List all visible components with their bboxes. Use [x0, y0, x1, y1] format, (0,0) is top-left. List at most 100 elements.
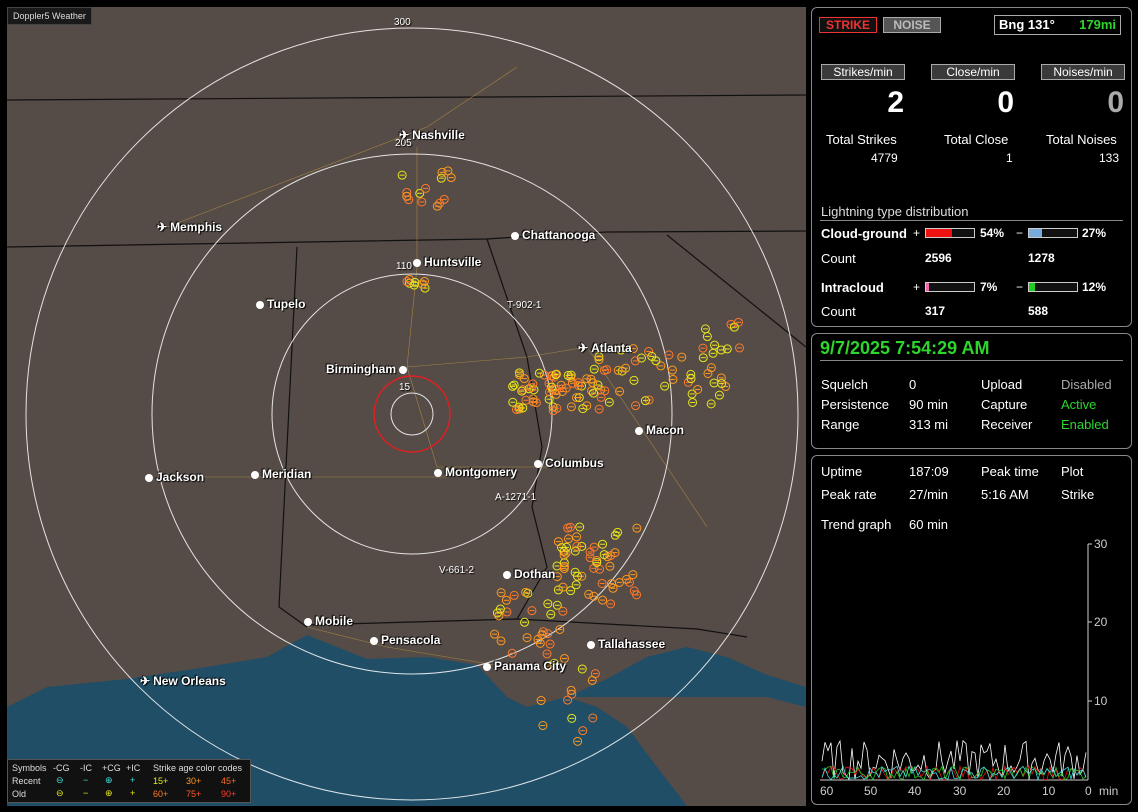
dot-icon [413, 259, 421, 267]
dot-icon [511, 232, 519, 240]
total-noises-label: Total Noises [1046, 132, 1117, 147]
city-montgomery: Montgomery [434, 465, 517, 479]
strike-marker [509, 590, 519, 600]
strike-marker [507, 648, 517, 658]
strike-marker [629, 375, 639, 385]
strike-marker [589, 591, 599, 601]
strike-marker [729, 322, 739, 332]
strike-marker [677, 352, 687, 362]
total-close-value: 1 [1006, 151, 1013, 165]
strike-marker [594, 404, 604, 414]
strike-marker [539, 370, 549, 380]
storm-label[interactable]: A-1271-1 [495, 492, 536, 503]
strike-marker [598, 595, 608, 605]
strike-marker [600, 386, 610, 396]
bearing-readout: Bng 131° 179mi [994, 15, 1121, 35]
storm-label[interactable]: V-661-2 [439, 565, 474, 576]
strike-marker [664, 350, 674, 360]
trend-graph-label: Trend graph [821, 517, 892, 532]
strike-marker [508, 381, 518, 391]
ring-label-15: 15 [399, 382, 411, 393]
city-birmingham: Birmingham [326, 362, 410, 376]
peak-time-value: 5:16 AM [981, 487, 1029, 502]
uptime-label: Uptime [821, 464, 863, 479]
noise-button[interactable]: NOISE [883, 17, 941, 33]
trend-graph-value[interactable]: 60 min [909, 517, 948, 532]
persistence-label: Persistence [821, 397, 889, 412]
capture-value: Active [1061, 397, 1097, 412]
strike-marker [698, 353, 708, 363]
uptime-value: 187:09 [909, 464, 949, 479]
strike-marker [575, 522, 585, 532]
strike-marker [496, 636, 506, 646]
cg-negative-count: 1278 [1028, 251, 1055, 265]
strike-marker [631, 401, 641, 411]
lightning-map[interactable]: Doppler5 Weather 300 205 110 15 ✈ Nashvil… [7, 7, 806, 806]
noises-per-min-value: 0 [1107, 86, 1124, 119]
age-code: 30+ [186, 776, 202, 786]
legend-header: -IC [80, 763, 92, 773]
total-strikes-value: 4779 [871, 151, 898, 165]
city-meridian: Meridian [251, 467, 311, 481]
dot-icon [534, 460, 542, 468]
storm-label[interactable]: T-902-1 [507, 300, 541, 311]
noises-per-min-button[interactable]: Noises/min [1041, 64, 1125, 80]
strike-marker [733, 317, 743, 327]
age-code: 45+ [221, 776, 237, 786]
total-noises-value: 133 [1099, 151, 1120, 165]
strike-marker [604, 397, 614, 407]
strike-marker [708, 348, 718, 358]
y-tick: 20 [1094, 615, 1108, 629]
age-code: 15+ [153, 776, 169, 786]
divider [820, 360, 1123, 361]
strike-marker [521, 395, 531, 405]
strike-marker [572, 532, 582, 542]
receiver-value: Enabled [1061, 417, 1109, 432]
strike-marker [716, 345, 726, 355]
x-tick: 60 [820, 784, 834, 798]
datetime: 9/7/2025 7:54:29 AM [820, 338, 990, 358]
legend-header: +CG [102, 763, 121, 773]
distribution-title: Lightning type distribution [821, 204, 969, 219]
symbol-legend: Symbols -CG -IC +CG +IC Strike age color… [7, 759, 251, 803]
strikes-per-min-button[interactable]: Strikes/min [821, 64, 905, 80]
peak-rate-label: Peak rate [821, 487, 877, 502]
count-label: Count [821, 251, 856, 266]
age-code: 75+ [186, 789, 202, 799]
strike-marker [508, 397, 518, 407]
strike-marker [735, 343, 745, 353]
strike-marker [564, 534, 574, 544]
plus-sign: + [913, 280, 921, 294]
strike-marker [542, 649, 552, 659]
strike-marker [566, 402, 576, 412]
strike-marker [698, 343, 708, 353]
x-tick: 40 [908, 784, 922, 798]
strike-marker [589, 364, 599, 374]
strike-button[interactable]: STRIKE [819, 17, 877, 33]
ring-label-110: 110 [396, 261, 412, 272]
dot-icon [304, 618, 312, 626]
dot-icon [399, 366, 408, 374]
status-panel: 9/7/2025 7:54:29 AM Squelch 0 Upload Dis… [811, 333, 1132, 449]
upload-value: Disabled [1061, 377, 1112, 392]
legend-header: -CG [53, 763, 70, 773]
close-per-min-value: 0 [997, 86, 1014, 119]
strike-marker [608, 583, 618, 593]
close-per-min-button[interactable]: Close/min [931, 64, 1015, 80]
ic-positive-count: 317 [925, 304, 946, 318]
city-pensacola: Pensacola [370, 633, 440, 647]
x-tick: 0 [1085, 784, 1092, 798]
total-strikes-label: Total Strikes [826, 132, 897, 147]
strike-marker [490, 629, 500, 639]
strike-marker [397, 170, 407, 180]
strike-marker [656, 361, 666, 371]
minus-sign: − [1016, 226, 1024, 240]
dot-icon [503, 571, 511, 579]
strike-marker [702, 332, 712, 342]
pos-cg-old-icon: ⊕ [105, 788, 113, 798]
strike-marker [660, 381, 670, 391]
total-close-label: Total Close [944, 132, 1009, 147]
plot-value[interactable]: Strike [1061, 487, 1094, 502]
dot-icon [434, 469, 442, 477]
strike-marker [577, 664, 587, 674]
